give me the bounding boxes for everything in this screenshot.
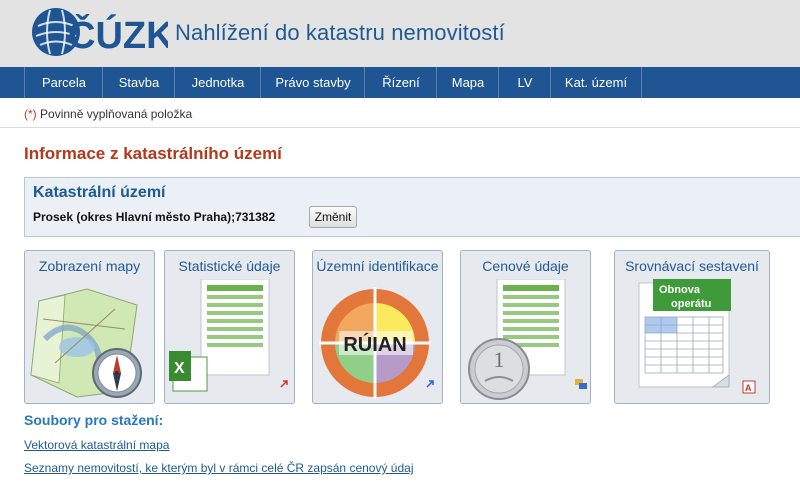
- cadastral-area-value: Prosek (okres Hlavní město Praha);731382: [33, 210, 276, 224]
- map-compass-icon: [30, 288, 142, 398]
- tile-comparison[interactable]: Srovnávací sestavení Obnova operátu A: [614, 250, 770, 404]
- svg-text:1: 1: [494, 347, 505, 372]
- svg-text:X: X: [174, 360, 185, 377]
- page-title: Informace z katastrálního území: [24, 144, 282, 163]
- tile-label: Srovnávací sestavení: [625, 258, 759, 274]
- cadastral-area-heading: Katastrální území: [33, 184, 166, 201]
- renewal-sheet-icon: Obnova operátu A: [638, 279, 756, 394]
- tile-prices[interactable]: Cenové údaje 1: [460, 250, 591, 404]
- header: ČÚZK Nahlížení do katastru nemovitostí: [0, 0, 800, 67]
- tile-label: Zobrazení mapy: [38, 258, 141, 274]
- tile-territorial-id[interactable]: Územní identifikace RÚIAN: [312, 250, 443, 404]
- nav-mapa[interactable]: Mapa: [436, 67, 499, 98]
- nav-lv[interactable]: LV: [498, 67, 551, 98]
- tile-map-view[interactable]: Zobrazení mapy: [24, 250, 155, 404]
- svg-text:operátu: operátu: [671, 298, 711, 310]
- nav-rizeni[interactable]: Řízení: [364, 67, 437, 98]
- cadastral-area-box: Katastrální území Prosek (okres Hlavní m…: [24, 177, 800, 237]
- nav-kat-uzemi[interactable]: Kat. území: [550, 67, 642, 98]
- tile-label: Cenové údaje: [482, 258, 569, 274]
- spreadsheet-icon: X: [169, 279, 288, 392]
- tile-label: Statistické údaje: [178, 258, 281, 274]
- main-nav: Parcela Stavba Jednotka Právo stavby Říz…: [0, 67, 800, 98]
- site-title: Nahlížení do katastru nemovitostí: [175, 20, 505, 45]
- cuzk-logo[interactable]: ČÚZK: [28, 4, 168, 60]
- tile-statistics[interactable]: Statistické údaje X: [164, 250, 295, 404]
- svg-text:Obnova: Obnova: [659, 284, 701, 296]
- required-text: Povinně vyplňovaná položka: [40, 107, 193, 121]
- nav-pravo-stavby[interactable]: Právo stavby: [260, 67, 365, 98]
- tile-label: Územní identifikace: [316, 258, 439, 274]
- nav-stavba[interactable]: Stavba: [102, 67, 175, 98]
- price-coin-icon: 1: [468, 279, 587, 400]
- required-note: (*) Povinně vyplňovaná položka: [24, 107, 192, 121]
- divider: [0, 127, 800, 128]
- link-property-lists[interactable]: Seznamy nemovitostí, ke kterým byl v rám…: [24, 461, 413, 475]
- downloads-heading: Soubory pro stažení:: [24, 412, 164, 428]
- nav-jednotka[interactable]: Jednotka: [174, 67, 261, 98]
- svg-text:ČÚZK: ČÚZK: [68, 12, 168, 57]
- svg-text:RÚIAN: RÚIAN: [343, 332, 406, 356]
- link-vector-map[interactable]: Vektorová katastrální mapa: [24, 438, 169, 452]
- required-mark: (*): [24, 107, 37, 121]
- svg-text:A: A: [745, 383, 752, 393]
- change-button[interactable]: Změnit: [309, 206, 357, 228]
- nav-parcela[interactable]: Parcela: [24, 67, 103, 98]
- ruian-icon: RÚIAN: [319, 287, 434, 399]
